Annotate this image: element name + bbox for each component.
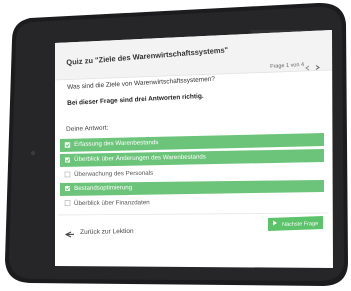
tablet-device: Quiz zu "Ziele des Warenwirtschaftssyste… — [0, 0, 351, 291]
option-label[interactable]: Bestandsoptimierung — [74, 184, 132, 192]
answer-label: Deine Antwort: — [66, 124, 109, 133]
checkbox — [64, 171, 71, 178]
option-label[interactable]: Überblick über Finanzdaten — [74, 199, 150, 207]
next-question-button[interactable]: Nächste Frage — [282, 221, 318, 228]
camera-dot — [30, 150, 36, 156]
checkbox — [64, 200, 71, 206]
tablet-bezel — [5, 2, 348, 287]
back-to-lesson-link[interactable]: Zurück zur Lektion — [80, 228, 134, 236]
option-label[interactable]: Überwachung des Personals — [74, 170, 153, 178]
